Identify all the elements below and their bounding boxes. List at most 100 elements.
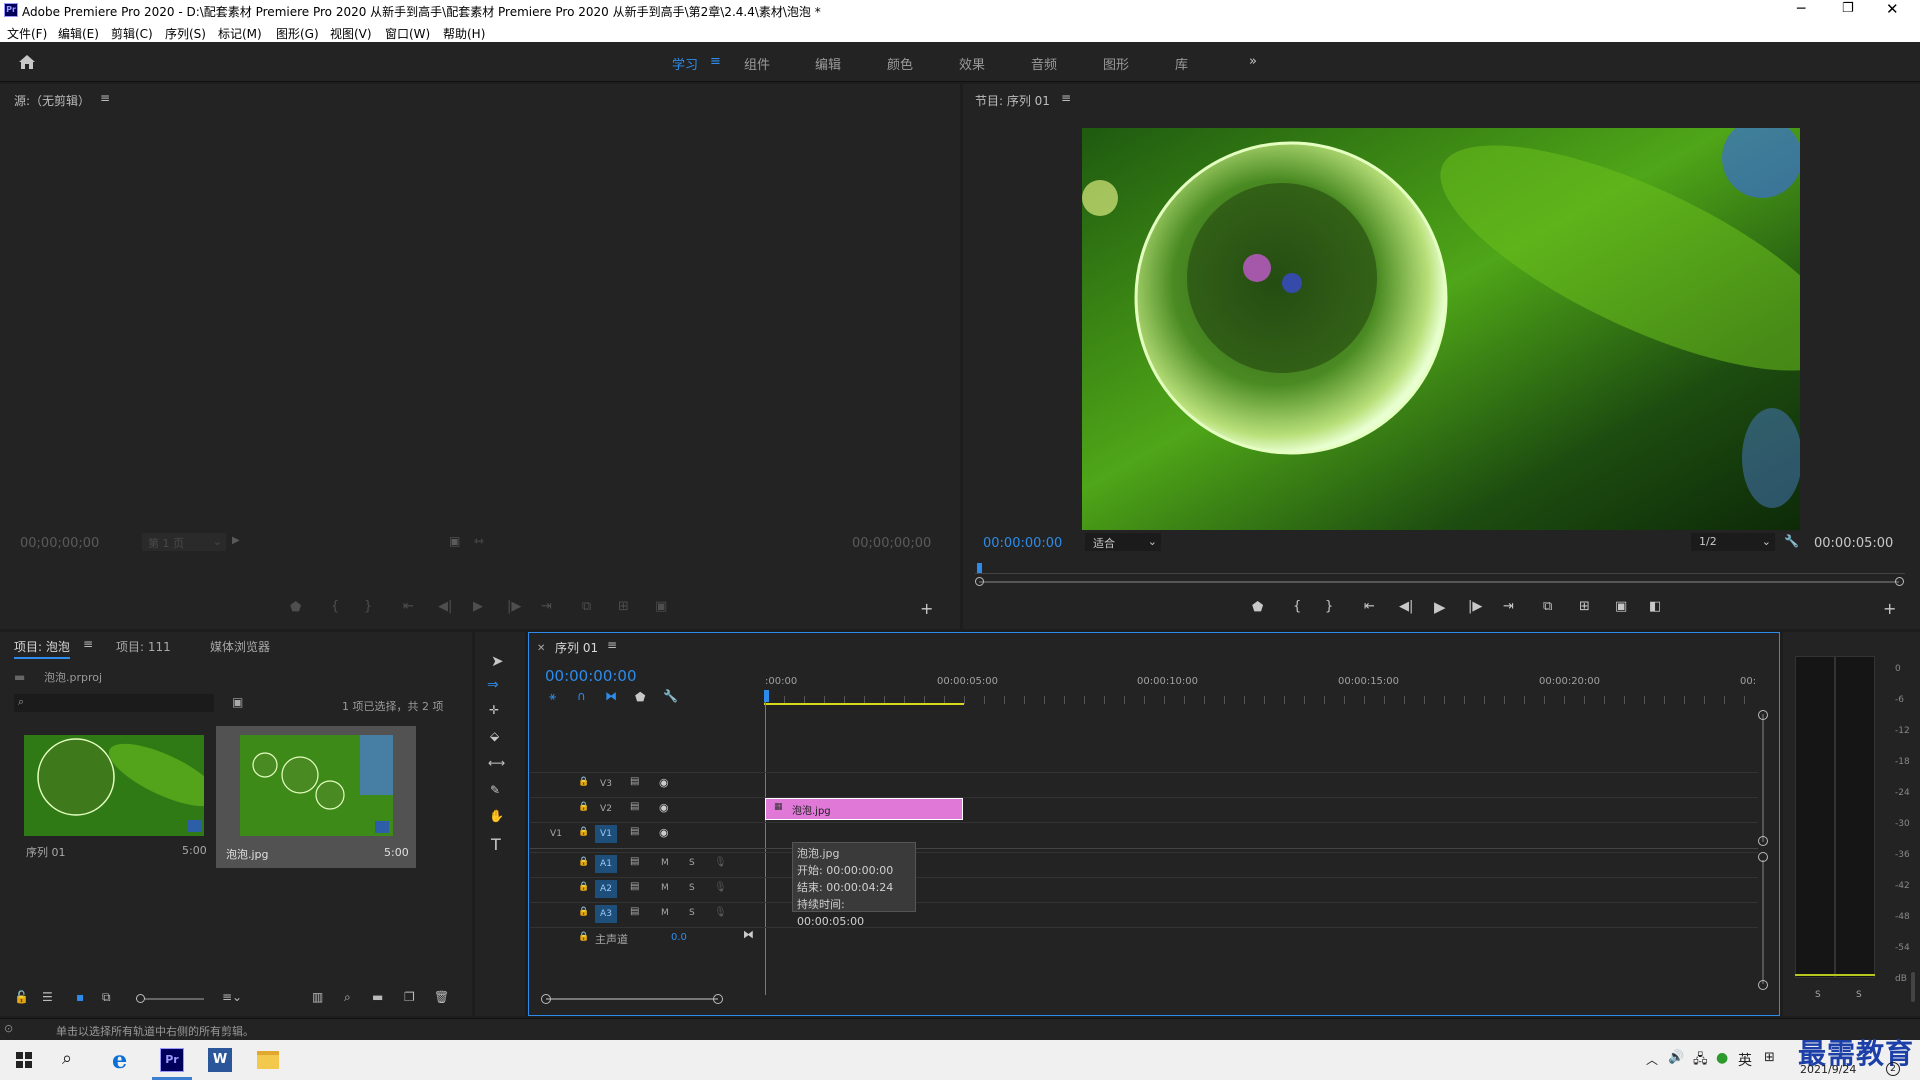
comparison-view-icon[interactable]: ◧: [1649, 599, 1661, 614]
razor-tool-icon[interactable]: ⬙: [490, 729, 499, 743]
track-eye-icon[interactable]: ◉: [659, 776, 669, 789]
track-output-icon[interactable]: ▤: [630, 826, 639, 837]
mic-icon[interactable]: 🎙: [714, 907, 727, 918]
track-output-icon[interactable]: ▤: [630, 776, 639, 787]
taskbar-date[interactable]: 2021/9/24: [1800, 1063, 1856, 1076]
snap-icon[interactable]: ∩: [577, 689, 586, 703]
close-tab-icon[interactable]: ✕: [537, 643, 545, 654]
slip-tool-icon[interactable]: ⟷: [488, 756, 505, 770]
new-item-icon[interactable]: ❐: [404, 990, 415, 1004]
timeline-menu-icon[interactable]: ≡: [607, 638, 617, 652]
timeline-tab[interactable]: 序列 01: [555, 639, 598, 656]
workspace-tab-graphics[interactable]: 图形: [1103, 54, 1129, 73]
premiere-taskbar-icon[interactable]: Pr: [160, 1048, 184, 1072]
linked-selection-icon[interactable]: ⧓: [605, 689, 617, 703]
security-tray-icon[interactable]: ●: [1716, 1050, 1728, 1066]
project-panel-menu-icon[interactable]: ≡: [83, 637, 93, 651]
workspace-menu-icon[interactable]: ≡: [710, 54, 721, 69]
program-panel-menu-icon[interactable]: ≡: [1061, 91, 1071, 105]
step-forward-icon[interactable]: |▶: [507, 599, 521, 614]
scroll-handle[interactable]: [713, 994, 723, 1004]
track-select-tool-icon[interactable]: ⇒: [487, 677, 499, 693]
add-marker-icon[interactable]: ⬟: [1252, 600, 1263, 615]
insert-overwrite-icon[interactable]: ⇿: [474, 534, 484, 548]
project-item-image[interactable]: 泡泡.jpg 5:00: [216, 726, 416, 868]
lock-icon[interactable]: 🔓: [14, 990, 29, 1004]
go-to-out-icon[interactable]: ⇥: [1503, 599, 1514, 614]
track-label-v2[interactable]: V2: [595, 800, 617, 818]
icon-view-icon[interactable]: ▪: [76, 990, 84, 1004]
mark-in-icon[interactable]: {: [1293, 599, 1301, 614]
trash-icon[interactable]: 🗑: [434, 990, 449, 1004]
add-marker-icon[interactable]: ⬟: [290, 600, 301, 615]
nest-toggle-icon[interactable]: ⚹: [549, 689, 556, 704]
program-zoom-scrollbar[interactable]: [979, 581, 1899, 583]
go-to-in-icon[interactable]: ⇤: [403, 599, 414, 614]
track-eye-icon[interactable]: ◉: [659, 801, 669, 814]
solo-right[interactable]: S: [1856, 990, 1862, 1000]
mark-out-icon[interactable]: }: [1325, 599, 1333, 614]
resolution-select[interactable]: 1/2 ⌄: [1691, 533, 1775, 551]
vertical-scrollbar-video[interactable]: [1762, 714, 1764, 842]
insert-icon[interactable]: ⧉: [582, 599, 591, 614]
word-taskbar-icon[interactable]: W: [208, 1048, 232, 1072]
source-patch-v1[interactable]: V1: [545, 825, 567, 843]
source-panel-menu-icon[interactable]: ≡: [100, 91, 110, 105]
wrench-icon[interactable]: 🔧: [1784, 534, 1799, 548]
new-bin-icon[interactable]: ▬: [372, 990, 383, 1004]
freeform-view-icon[interactable]: ⧉: [102, 990, 111, 1005]
menu-graphics[interactable]: 图形(G): [276, 25, 319, 42]
mute-button[interactable]: M: [661, 883, 669, 893]
track-label-v3[interactable]: V3: [595, 775, 617, 793]
go-to-out-icon[interactable]: ⇥: [541, 599, 552, 614]
zoom-slider-handle[interactable]: [136, 994, 145, 1003]
lift-icon[interactable]: ⧉: [1543, 599, 1552, 614]
workspace-tab-audio[interactable]: 音频: [1031, 54, 1057, 73]
track-lock-icon[interactable]: 🔒: [578, 802, 589, 812]
ime-language[interactable]: 英: [1738, 1050, 1752, 1070]
project-item-sequence[interactable]: 序列 01 5:00: [14, 726, 210, 864]
menu-marker[interactable]: 标记(M): [218, 25, 262, 42]
close-button[interactable]: ✕: [1886, 0, 1899, 18]
volume-icon[interactable]: 🔊: [1668, 1050, 1684, 1065]
track-lock-icon[interactable]: 🔒: [578, 932, 589, 942]
tray-expand-icon[interactable]: ︿: [1646, 1051, 1658, 1068]
menu-help[interactable]: 帮助(H): [443, 25, 485, 42]
mic-icon[interactable]: 🎙: [714, 857, 727, 868]
track-output-icon[interactable]: ▤: [630, 881, 639, 892]
notification-badge[interactable]: 2: [1886, 1062, 1900, 1076]
play-arrow-icon[interactable]: ▶: [232, 535, 240, 546]
solo-button[interactable]: S: [689, 883, 695, 893]
scroll-handle[interactable]: [1758, 836, 1768, 846]
source-page-select[interactable]: 第 1 页 ⌄: [142, 533, 226, 551]
solo-button[interactable]: S: [689, 908, 695, 918]
windows-start-icon[interactable]: [16, 1052, 32, 1068]
workspace-tab-learning[interactable]: 学习: [672, 54, 698, 73]
menu-edit[interactable]: 编辑(E): [58, 25, 99, 42]
master-collapse-icon[interactable]: ⧓: [743, 928, 754, 941]
scroll-handle[interactable]: [1758, 980, 1768, 990]
fit-select[interactable]: 适合 ⌄: [1085, 533, 1161, 551]
restore-button[interactable]: ❐: [1842, 1, 1854, 16]
solo-left[interactable]: S: [1815, 990, 1821, 1000]
safe-margins-icon[interactable]: ▣: [449, 534, 460, 548]
horizontal-zoom-scrollbar[interactable]: [546, 998, 718, 1000]
master-volume[interactable]: 0.0: [671, 932, 687, 943]
minimize-button[interactable]: ─: [1797, 1, 1805, 17]
track-output-icon[interactable]: ▤: [630, 856, 639, 867]
automate-to-sequence-icon[interactable]: ▥: [312, 990, 323, 1004]
menu-clip[interactable]: 剪辑(C): [111, 25, 153, 42]
track-output-icon[interactable]: ▤: [630, 801, 639, 812]
find-icon[interactable]: ⌕: [344, 990, 351, 1005]
track-label-a2[interactable]: A2: [595, 880, 617, 898]
menu-file[interactable]: 文件(F): [7, 25, 47, 42]
menu-window[interactable]: 窗口(W): [385, 25, 430, 42]
play-icon[interactable]: ▶: [1434, 598, 1446, 616]
track-lock-icon[interactable]: 🔒: [578, 857, 589, 867]
workspace-tab-editing[interactable]: 编辑: [815, 54, 841, 73]
timeline-timecode[interactable]: 00:00:00:00: [545, 667, 637, 685]
project-search-input[interactable]: ⌕: [14, 694, 214, 712]
play-icon[interactable]: ▶: [473, 599, 483, 614]
home-icon[interactable]: [18, 54, 36, 70]
program-time-ruler[interactable]: [975, 562, 1905, 574]
